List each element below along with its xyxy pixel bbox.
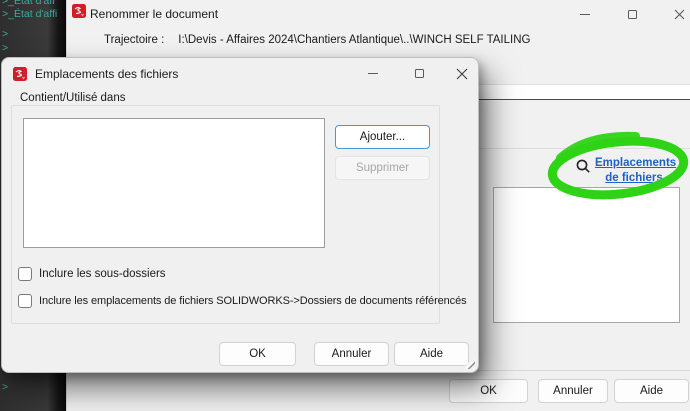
include-sw-locations-row: Inclure les emplacements de fichiers SOL… <box>18 294 467 308</box>
minimize-button[interactable] <box>353 58 393 89</box>
trajectory-value: I:\Devis - Affaires 2024\Chantiers Atlan… <box>178 34 530 46</box>
include-sw-locations-checkbox[interactable] <box>18 294 32 308</box>
file-locations-title: Emplacements des fichiers <box>35 67 178 81</box>
minimize-icon <box>368 73 378 74</box>
trajectory-row: Trajectoire : I:\Devis - Affaires 2024\Ch… <box>104 34 530 46</box>
locations-help-button[interactable]: Aide <box>394 342 469 366</box>
maximize-icon <box>628 10 637 19</box>
file-locations-link[interactable]: Emplacements de fichiers <box>595 156 673 186</box>
tree-item: >_État d'aff <box>2 0 55 7</box>
solidworks-logo-icon <box>12 66 28 82</box>
rename-dialog-listbox[interactable] <box>493 187 680 323</box>
locations-listbox[interactable] <box>23 118 325 248</box>
minimize-icon <box>580 14 590 15</box>
file-locations-link-line1[interactable]: Emplacements <box>595 156 673 171</box>
rename-dialog-titlebar[interactable]: Renommer le document <box>67 0 690 28</box>
tree-item: > <box>2 381 8 393</box>
remove-button[interactable]: Supprimer <box>335 156 430 180</box>
include-sw-locations-label: Inclure les emplacements de fichiers SOL… <box>39 295 467 307</box>
solidworks-logo-icon <box>71 3 87 19</box>
include-subfolders-row: Inclure les sous-dossiers <box>18 267 166 281</box>
maximize-button[interactable] <box>612 0 652 28</box>
include-subfolders-checkbox[interactable] <box>18 267 32 281</box>
file-locations-titlebar[interactable]: Emplacements des fichiers <box>2 58 478 89</box>
add-button[interactable]: Ajouter... <box>335 125 430 149</box>
include-subfolders-label: Inclure les sous-dossiers <box>39 268 166 280</box>
rename-help-button[interactable]: Aide <box>614 379 689 403</box>
close-button[interactable] <box>659 0 690 28</box>
rename-ok-button[interactable]: OK <box>449 379 528 403</box>
file-locations-dialog: Emplacements des fichiers Contient/Utili… <box>1 57 479 373</box>
tree-item: > <box>2 28 8 40</box>
file-locations-link-line2[interactable]: de fichiers <box>595 171 673 186</box>
maximize-button[interactable] <box>399 58 439 89</box>
close-icon <box>456 68 468 80</box>
rename-cancel-button[interactable]: Annuler <box>538 379 608 403</box>
rename-dialog-title: Renommer le document <box>90 7 218 21</box>
trajectory-label: Trajectoire : <box>104 34 164 46</box>
screenshot-root: >_État d'aff >_État d'affi > > > Renomme… <box>0 0 690 411</box>
tree-item: >_État d'affi <box>2 8 57 20</box>
close-button[interactable] <box>442 58 482 89</box>
tree-item: > <box>2 42 8 54</box>
group-label: Contient/Utilisé dans <box>16 92 129 104</box>
minimize-button[interactable] <box>565 0 605 28</box>
close-icon <box>674 9 685 20</box>
search-icon <box>575 158 592 175</box>
maximize-icon <box>415 69 424 78</box>
locations-cancel-button[interactable]: Annuler <box>314 342 389 366</box>
locations-ok-button[interactable]: OK <box>219 342 296 366</box>
